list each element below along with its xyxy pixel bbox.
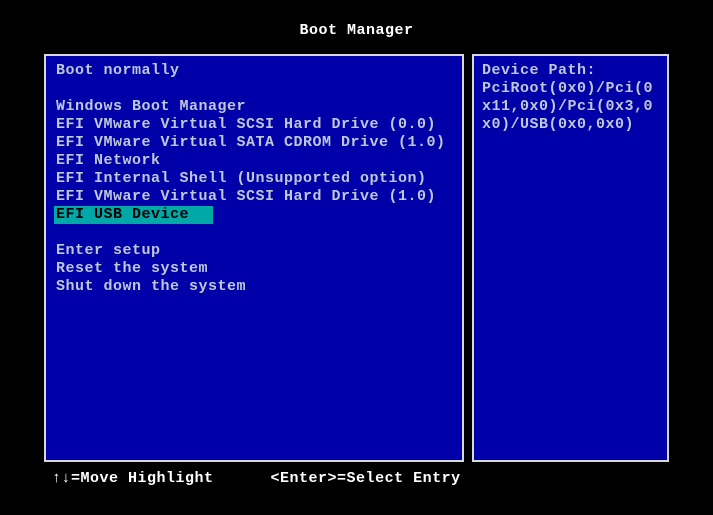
boot-menu-panel: Boot normally Windows Boot Manager EFI V… xyxy=(44,54,464,462)
boot-manager-screen: Boot Manager Boot normally Windows Boot … xyxy=(0,0,713,515)
menu-item-windows-boot-manager[interactable]: Windows Boot Manager xyxy=(54,98,454,116)
menu-group-0: Boot normally xyxy=(54,62,454,80)
menu-item-efi-usb-device[interactable]: EFI USB Device xyxy=(54,206,213,224)
menu-item-reset-system[interactable]: Reset the system xyxy=(54,260,454,278)
menu-item-efi-sata-cdrom-10[interactable]: EFI VMware Virtual SATA CDROM Drive (1.0… xyxy=(54,134,454,152)
menu-item-efi-scsi-00[interactable]: EFI VMware Virtual SCSI Hard Drive (0.0) xyxy=(54,116,454,134)
menu-item-enter-setup[interactable]: Enter setup xyxy=(54,242,454,260)
menu-group-1: Windows Boot Manager EFI VMware Virtual … xyxy=(54,98,454,224)
page-title: Boot Manager xyxy=(0,0,713,54)
menu-item-efi-internal-shell[interactable]: EFI Internal Shell (Unsupported option) xyxy=(54,170,454,188)
device-path-heading: Device Path: xyxy=(482,62,659,80)
hint-move-highlight: ↑↓=Move Highlight xyxy=(52,470,214,487)
device-path-value: PciRoot(0x0)/Pci(0x11,0x0)/Pci(0x3,0x0)/… xyxy=(482,80,659,134)
device-path-panel: Device Path: PciRoot(0x0)/Pci(0x11,0x0)/… xyxy=(472,54,669,462)
footer-hints: ↑↓=Move Highlight <Enter>=Select Entry xyxy=(0,462,713,487)
menu-item-shutdown-system[interactable]: Shut down the system xyxy=(54,278,454,296)
menu-item-boot-normally[interactable]: Boot normally xyxy=(54,62,454,80)
hint-select-entry: <Enter>=Select Entry xyxy=(271,470,461,487)
menu-group-2: Enter setup Reset the system Shut down t… xyxy=(54,242,454,296)
menu-item-efi-scsi-10[interactable]: EFI VMware Virtual SCSI Hard Drive (1.0) xyxy=(54,188,454,206)
panel-row: Boot normally Windows Boot Manager EFI V… xyxy=(0,54,713,462)
menu-item-efi-network[interactable]: EFI Network xyxy=(54,152,454,170)
